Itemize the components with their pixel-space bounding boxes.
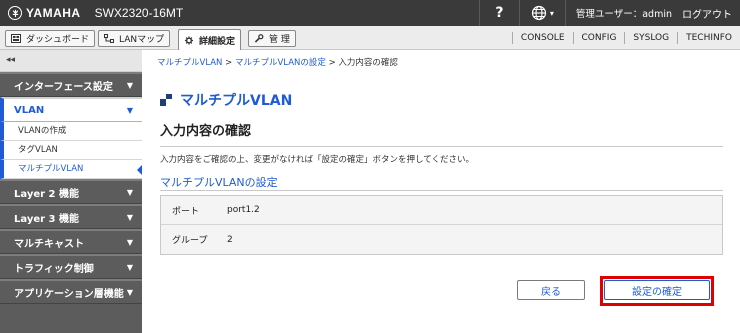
tuning-fork-icon [8, 6, 22, 20]
table-row: ポート port1.2 [161, 196, 722, 225]
chevron-down-icon: ▾ [549, 8, 554, 18]
user-area: 管理ユーザー：admin ログアウト [564, 0, 740, 26]
tab-management-label: 管 理 [269, 35, 290, 45]
yamaha-logo: YAMAHA [8, 6, 81, 20]
user-label: 管理ユーザー：admin [575, 9, 672, 20]
breadcrumb-separator: > [222, 58, 235, 68]
chevron-down-icon: ▼ [126, 105, 133, 115]
tab-advanced-settings-label: 詳細設定 [199, 36, 236, 47]
dashboard-icon [11, 34, 21, 43]
chevron-down-icon: ▼ [126, 287, 133, 297]
brand-name: YAMAHA [26, 6, 81, 20]
breadcrumb-current: 入力内容の確認 [338, 58, 398, 68]
sidebar-subitem-tag-vlan[interactable]: タグVLAN [0, 141, 142, 160]
chevron-down-icon: ▼ [126, 262, 133, 272]
tab-dashboard[interactable]: ダッシュボード [5, 30, 96, 47]
section-title: マルチプルVLAN [160, 90, 292, 110]
breadcrumb: マルチプルVLAN > マルチプルVLANの設定 > 入力内容の確認 [157, 56, 398, 68]
sidebar-item-layer2[interactable]: Layer 2 機能 ▼ [0, 179, 142, 204]
section-marker-icon [160, 94, 172, 106]
sidebar-item-traffic-control[interactable]: トラフィック制御 ▼ [0, 254, 142, 279]
subsection-title: マルチプルVLANの設定 [160, 176, 278, 189]
top-bar: YAMAHA SWX2320-16MT ? ▾ 管理ユーザー：admin ログア… [0, 0, 740, 26]
instruction-text: 入力内容をご確認の上、変更がなければ「設定の確定」ボタンを押してください。 [160, 155, 474, 165]
globe-icon [531, 5, 547, 21]
main-content: マルチプルVLAN > マルチプルVLANの設定 > 入力内容の確認 マルチプル… [142, 50, 740, 333]
breadcrumb-multiple-vlan-settings[interactable]: マルチプルVLANの設定 [235, 58, 326, 68]
sidebar-item-interface-settings[interactable]: インターフェース設定 ▼ [0, 72, 142, 97]
row-value: port1.2 [227, 205, 260, 215]
back-button[interactable]: 戻る [517, 280, 585, 300]
sidebar-item-multicast[interactable]: マルチキャスト ▼ [0, 229, 142, 254]
sidebar-collapse-button[interactable]: ◂◂ [0, 50, 142, 72]
sidebar-subitem-vlan-create[interactable]: VLANの作成 [0, 122, 142, 141]
confirm-settings-button[interactable]: 設定の確定 [604, 280, 710, 300]
divider [160, 146, 723, 147]
help-button[interactable]: ? [478, 0, 519, 26]
sidebar-item-label: Layer 2 機能 [14, 188, 79, 200]
syslog-link[interactable]: SYSLOG [624, 31, 677, 44]
tab-management[interactable]: 管 理 [248, 30, 296, 47]
config-link[interactable]: CONFIG [572, 31, 625, 44]
section-title-text: マルチプルVLAN [180, 93, 293, 109]
sidebar-subitem-multiple-vlan[interactable]: マルチプルVLAN [0, 160, 143, 179]
sidebar: ◂◂ インターフェース設定 ▼ VLAN ▼ VLANの作成 タグVLAN マル… [0, 50, 143, 333]
row-value: 2 [227, 234, 233, 245]
chevron-down-icon: ▼ [126, 80, 133, 90]
sidebar-item-label: VLAN [14, 104, 45, 116]
sidebar-item-label: Layer 3 機能 [14, 213, 79, 225]
sidebar-item-label: マルチキャスト [14, 238, 84, 250]
tab-lan-map-label: LANマップ [119, 35, 165, 45]
breadcrumb-separator: > [325, 58, 339, 68]
wrench-icon [254, 34, 264, 43]
sidebar-item-label: インターフェース設定 [14, 81, 113, 93]
settings-table: ポート port1.2 グループ 2 [160, 195, 723, 255]
language-menu[interactable]: ▾ [518, 0, 565, 26]
sidebar-item-application-layer[interactable]: アプリケーション層機能 ▼ [0, 279, 142, 304]
tab-advanced-settings[interactable]: 詳細設定 [178, 29, 242, 51]
tab-lan-map[interactable]: LANマップ [98, 30, 171, 47]
sidebar-item-label: トラフィック制御 [14, 263, 94, 275]
breadcrumb-multiple-vlan[interactable]: マルチプルVLAN [157, 58, 222, 68]
tab-bar: ダッシュボード LANマップ 詳細設定 管 理 CONSOLE CONFIG S… [0, 26, 740, 51]
table-row: グループ 2 [161, 225, 722, 254]
help-icon: ? [495, 5, 504, 21]
device-model: SWX2320-16MT [94, 6, 184, 20]
sidebar-item-layer3[interactable]: Layer 3 機能 ▼ [0, 204, 142, 229]
techinfo-link[interactable]: TECHINFO [677, 31, 740, 44]
sidebar-item-vlan[interactable]: VLAN ▼ [0, 97, 142, 122]
page-title: 入力内容の確認 [160, 124, 252, 139]
sidebar-item-label: アプリケーション層機能 [14, 288, 124, 300]
gear-icon [184, 35, 194, 45]
chevron-down-icon: ▼ [126, 237, 133, 247]
divider [160, 190, 723, 191]
tab-dashboard-label: ダッシュボード [26, 35, 90, 45]
lan-map-icon [104, 34, 114, 43]
logout-link[interactable]: ログアウト [682, 6, 732, 21]
row-key: ポート [172, 206, 200, 217]
row-key: グループ [172, 236, 208, 246]
chevron-down-icon: ▼ [126, 187, 133, 197]
utility-links: CONSOLE CONFIG SYSLOG TECHINFO [511, 26, 740, 49]
console-link[interactable]: CONSOLE [511, 31, 573, 44]
chevron-down-icon: ▼ [126, 212, 133, 222]
